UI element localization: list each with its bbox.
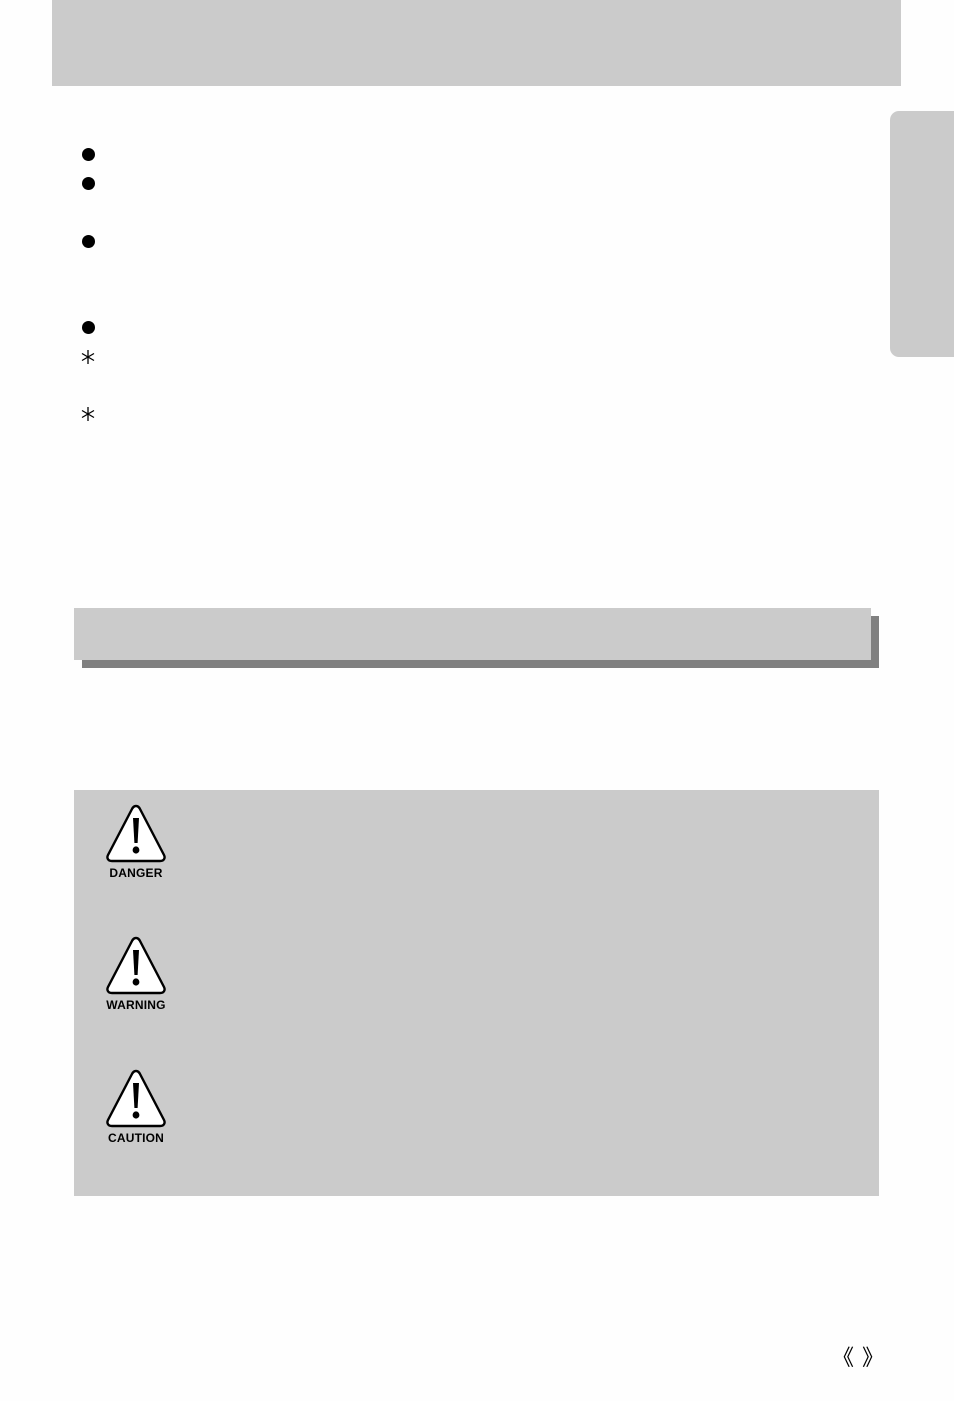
warning-notice: WARNING xyxy=(102,935,170,1012)
asterisk-icon xyxy=(80,406,96,422)
bullet-list xyxy=(0,0,954,460)
danger-triangle-icon xyxy=(106,804,166,863)
danger-label: DANGER xyxy=(109,866,163,880)
bullet-icon xyxy=(82,235,95,248)
page-close-bracket: 》 xyxy=(861,1346,884,1371)
bullet-icon xyxy=(82,177,95,190)
page-number: 《 》 xyxy=(832,1345,884,1373)
warning-triangle-icon xyxy=(106,936,166,995)
section-banner xyxy=(74,608,871,660)
page-open-bracket: 《 xyxy=(832,1346,855,1371)
caution-label: CAUTION xyxy=(107,1131,165,1145)
hazard-notice-box: DANGER WARNING CAUTION xyxy=(74,790,879,1196)
warning-label: WARNING xyxy=(106,998,166,1012)
danger-notice: DANGER xyxy=(102,803,170,880)
bullet-icon xyxy=(82,148,95,161)
asterisk-icon xyxy=(80,349,96,365)
caution-notice: CAUTION xyxy=(102,1068,170,1145)
bullet-icon xyxy=(82,321,95,334)
caution-triangle-icon xyxy=(106,1069,166,1128)
